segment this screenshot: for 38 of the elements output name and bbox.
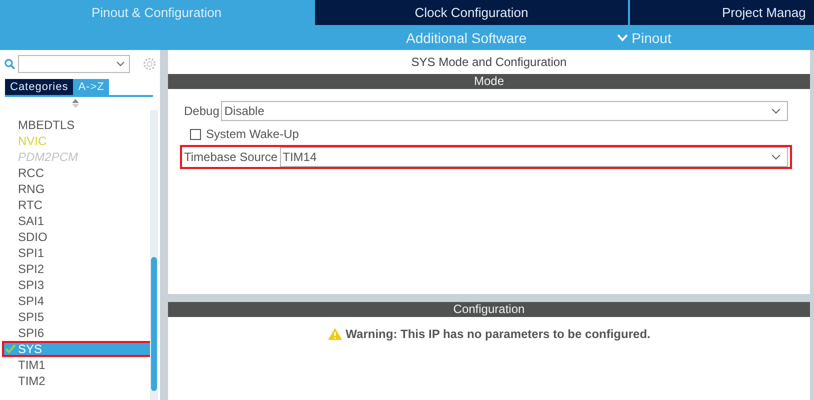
dropdown-field[interactable]: Disable — [221, 101, 788, 121]
peripheral-item[interactable]: SPI1 — [0, 245, 150, 261]
warning-icon — [328, 328, 342, 340]
dropdown-field[interactable]: TIM14 — [280, 147, 788, 167]
chevron-down-icon — [771, 108, 781, 114]
panel-title: SYS Mode and Configuration — [410, 54, 568, 71]
field-label: Debug — [184, 104, 220, 118]
section-header: Mode — [168, 74, 810, 89]
peripheral-item[interactable]: SPI5 — [0, 309, 150, 325]
checkbox-label: System Wake-Up — [206, 127, 299, 141]
field-label: Timebase Source — [184, 150, 278, 164]
settings-icon[interactable] — [142, 57, 156, 71]
peripheral-item[interactable]: SPI3 — [0, 277, 150, 293]
warning-message: Warning: This IP has no parameters to be configured. — [346, 327, 650, 341]
peripheral-item[interactable]: SPI6 — [0, 325, 150, 341]
checkbox[interactable] — [190, 128, 201, 140]
search-icon — [4, 58, 16, 70]
peripheral-item[interactable]: RNG — [0, 181, 150, 197]
peripheral-item[interactable]: SDIO — [0, 229, 150, 245]
section-header: Configuration — [168, 302, 810, 317]
search-field[interactable] — [18, 55, 130, 73]
peripheral-item[interactable]: SAI1 — [0, 213, 150, 229]
chevron-down-icon — [116, 61, 125, 67]
peripheral-item[interactable]: TIM2 — [0, 373, 150, 389]
peripheral-item[interactable]: RTC — [0, 197, 150, 213]
scrollbar[interactable] — [150, 110, 158, 400]
peripheral-item[interactable]: MBEDTLS — [0, 117, 150, 133]
peripheral-item[interactable]: SPI4 — [0, 293, 150, 309]
chevron-down-icon — [616, 34, 628, 42]
peripheral-item[interactable]: TIM1 — [0, 357, 150, 373]
chevron-down-icon — [771, 154, 781, 160]
scroll-up-icon[interactable] — [72, 99, 79, 108]
view-tab[interactable]: Categories — [5, 79, 74, 95]
peripheral-item[interactable]: SPI2 — [0, 261, 150, 277]
check-icon — [5, 344, 16, 354]
main-tab[interactable]: Project Manag — [630, 0, 814, 25]
main-tab[interactable]: Clock Configuration — [315, 0, 628, 25]
peripheral-item[interactable]: RCC — [0, 165, 150, 181]
